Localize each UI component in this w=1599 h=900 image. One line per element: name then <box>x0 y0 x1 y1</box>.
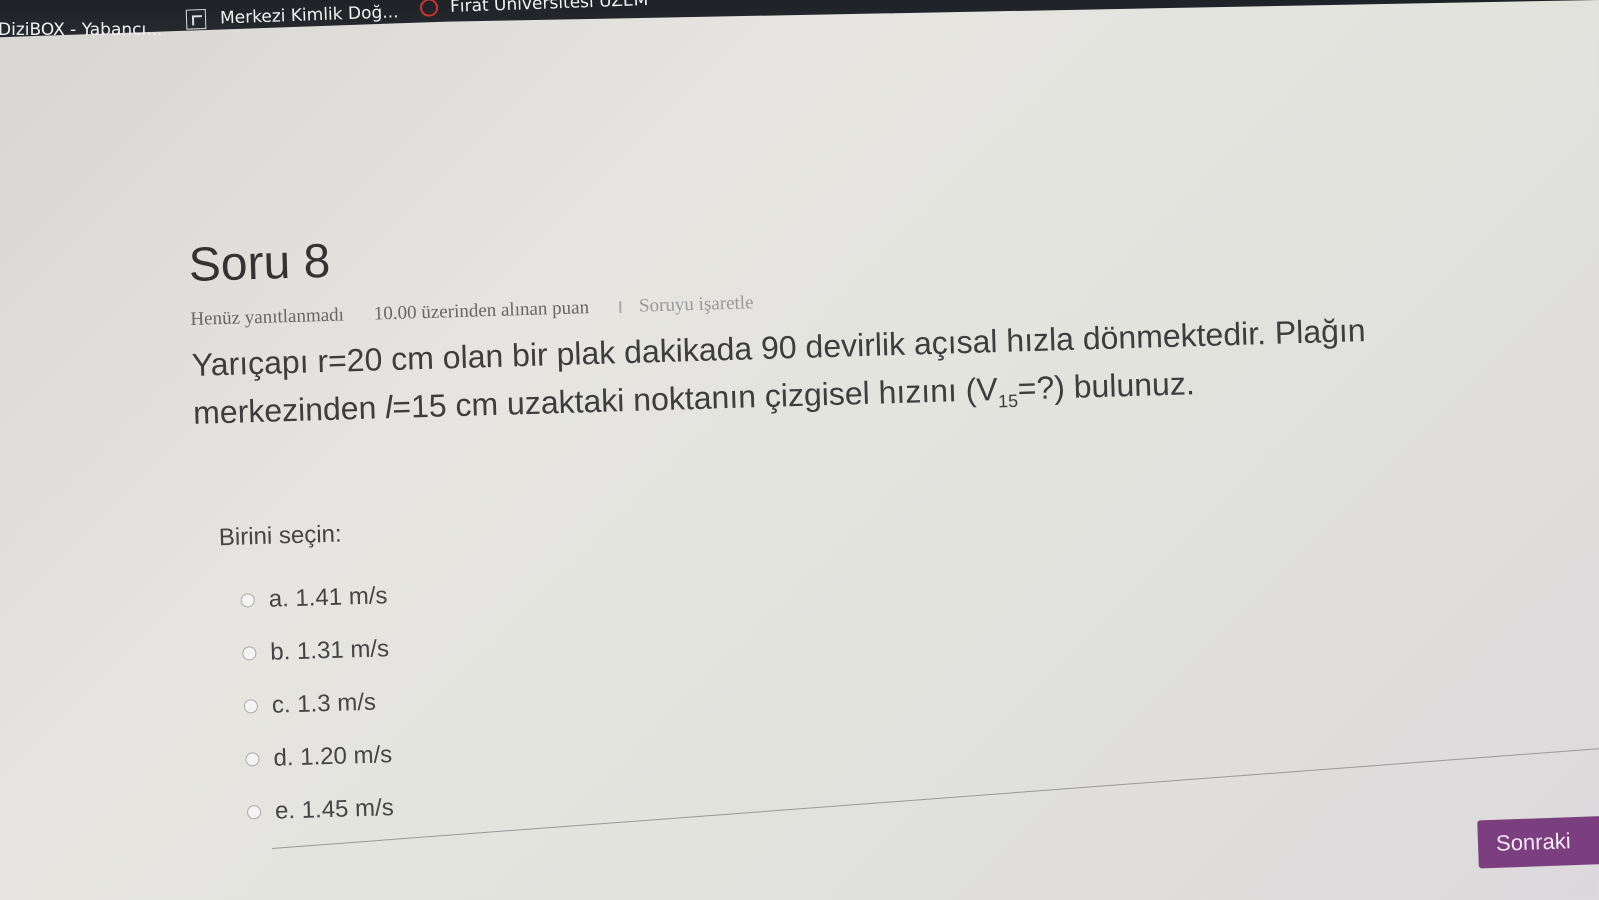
option-label: d. 1.20 m/s <box>273 741 393 772</box>
next-button[interactable]: Sonraki <box>1477 815 1599 869</box>
radio-button[interactable] <box>243 699 259 714</box>
flag-question-link[interactable]: Soruyu işaretle <box>618 292 754 318</box>
bookmark-dizibox[interactable]: DiziBOX - Yabancı... <box>0 20 162 40</box>
radio-button[interactable] <box>245 752 260 767</box>
radio-button[interactable] <box>242 646 257 661</box>
flag-icon <box>618 300 632 314</box>
question-points: 10.00 üzerinden alınan puan <box>373 297 590 325</box>
answer-options: a. 1.41 m/s b. 1.31 m/s c. 1.3 m/s d. 1.… <box>240 534 1585 839</box>
bookmark-label: DiziBOX - Yabancı... <box>0 20 163 40</box>
question-text-part3: =?) bulunuz. <box>1017 365 1196 407</box>
option-label: b. 1.31 m/s <box>269 635 390 666</box>
question-container: Soru 8 Henüz yanıtlanmadı 10.00 üzerinde… <box>188 197 1585 840</box>
radio-button[interactable] <box>240 593 255 608</box>
university-logo-icon <box>419 0 439 17</box>
subscript: 15 <box>997 390 1019 412</box>
option-label: c. 1.3 m/s <box>271 688 377 719</box>
flag-label: Soruyu işaretle <box>638 292 754 317</box>
radio-button[interactable] <box>246 804 262 820</box>
page-icon <box>185 9 207 30</box>
option-label: e. 1.45 m/s <box>274 794 395 825</box>
question-status: Henüz yanıtlanmadı <box>190 304 345 330</box>
option-label: a. 1.41 m/s <box>268 582 388 613</box>
question-text-part2: =15 cm uzaktaki noktanın çizgisel hızını… <box>391 371 999 426</box>
